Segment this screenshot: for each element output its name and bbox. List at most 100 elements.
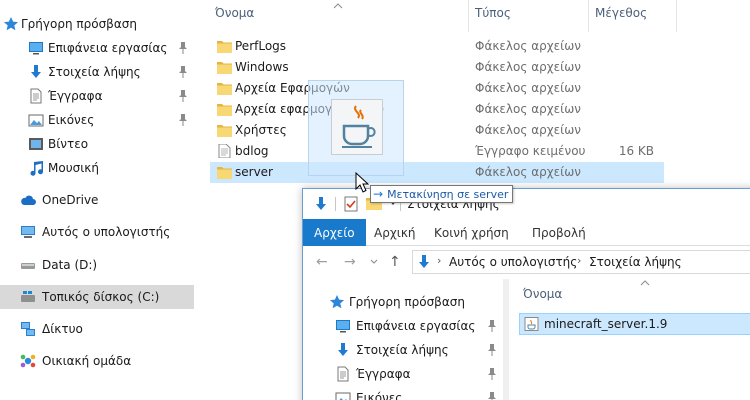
nav-item-downloads[interactable]: Στοιχεία λήψης <box>303 338 503 362</box>
file-row-bdlog[interactable]: bdlog Έγγραφο κειμένου 16 KB <box>210 141 664 162</box>
forward-arrow-icon[interactable]: → <box>344 254 356 270</box>
folder-icon <box>217 167 232 179</box>
pin-icon[interactable] <box>178 90 188 102</box>
drive-icon <box>20 257 36 273</box>
column-header-size[interactable]: Μέγεθος <box>595 6 647 28</box>
file-type: Φάκελος αρχείων <box>475 165 581 179</box>
download-icon <box>28 64 44 80</box>
nav-item-label: Έγγραφα <box>356 367 411 381</box>
nav-item-homegroup[interactable]: Οικιακή ομάδα <box>0 349 194 373</box>
file-type: Φάκελος αρχείων <box>475 81 581 95</box>
nav-item-label: Data (D:) <box>42 258 98 272</box>
file-name: minecraft_server.1.9 <box>544 317 668 331</box>
drag-tooltip: → Μετακίνηση σε server <box>370 185 514 203</box>
pin-icon[interactable] <box>178 66 188 78</box>
nav-item-downloads[interactable]: Στοιχεία λήψης <box>0 60 194 84</box>
pin-icon[interactable] <box>178 114 188 126</box>
folder-icon <box>217 125 232 137</box>
nav-item-quick-access[interactable]: Γρήγορη πρόσβαση <box>303 290 503 314</box>
text-file-icon <box>218 144 231 158</box>
nav-item-this-pc[interactable]: Αυτός ο υπολογιστής <box>0 220 194 244</box>
nav-item-pictures[interactable]: Εικόνες <box>303 386 503 400</box>
mouse-cursor-icon <box>355 172 369 193</box>
column-separator[interactable] <box>468 0 469 32</box>
nav-item-documents[interactable]: Έγγραφα <box>0 84 194 108</box>
nav-item-label: Βίντεο <box>48 137 89 151</box>
nav-item-local-disk-c[interactable]: Τοπικός δίσκος (C:) <box>0 285 194 309</box>
file-row-server[interactable]: server Φάκελος αρχείων <box>210 162 664 183</box>
nav-item-videos[interactable]: Βίντεο <box>0 132 194 156</box>
breadcrumb-this-pc[interactable]: Αυτός ο υπολογιστής <box>449 255 577 269</box>
pin-icon[interactable] <box>487 344 497 356</box>
breadcrumb-chevron-icon[interactable]: › <box>577 254 581 267</box>
nav-item-desktop[interactable]: Επιφάνεια εργασίας <box>303 314 503 338</box>
navigation-pane: Γρήγορη πρόσβαση Επιφάνεια εργασίας Στοι… <box>0 0 194 400</box>
file-name: PerfLogs <box>235 39 287 53</box>
tab-view[interactable]: Προβολή <box>521 219 597 246</box>
nav-item-onedrive[interactable]: OneDrive <box>0 188 194 212</box>
breadcrumb-downloads[interactable]: Στοιχεία λήψης <box>589 255 682 269</box>
column-separator[interactable] <box>588 0 589 32</box>
homegroup-icon <box>20 353 36 369</box>
windows-drive-icon <box>20 289 36 305</box>
nav-item-label: Οικιακή ομάδα <box>42 354 132 368</box>
file-row-program-files[interactable]: Αρχεία Εφαρμογών Φάκελος αρχείων <box>210 78 664 99</box>
tab-home[interactable]: Αρχική <box>363 219 427 246</box>
nav-item-pictures[interactable]: Εικόνες <box>0 108 194 132</box>
nav-item-network[interactable]: Δίκτυο <box>0 317 194 341</box>
ribbon-tabs: Αρχείο Αρχική Κοινή χρήση Προβολή <box>303 219 750 246</box>
nav-item-label: Εικόνες <box>356 391 403 400</box>
chevron-down-icon[interactable] <box>370 259 378 265</box>
file-name: Windows <box>235 60 289 74</box>
pin-icon[interactable] <box>487 320 497 332</box>
java-icon <box>331 99 383 155</box>
nav-item-label: Γρήγορη πρόσβαση <box>21 17 137 31</box>
folder-icon <box>217 62 232 74</box>
file-row-windows[interactable]: Windows Φάκελος αρχείων <box>210 57 664 78</box>
drag-tooltip-text: Μετακίνηση σε server <box>387 187 509 201</box>
tab-share[interactable]: Κοινή χρήση <box>423 219 520 246</box>
sort-ascending-icon <box>333 3 343 9</box>
nav-item-documents[interactable]: Έγγραφα <box>303 362 503 386</box>
file-row-perflogs[interactable]: PerfLogs Φάκελος αρχείων <box>210 36 664 57</box>
nav-item-label: Στοιχεία λήψης <box>48 65 141 79</box>
pin-icon[interactable] <box>178 42 188 54</box>
nav-item-label: Εικόνες <box>48 113 95 127</box>
column-header-type[interactable]: Τύπος <box>475 6 511 28</box>
nav-pane-scrollbar[interactable] <box>503 279 509 400</box>
file-row-minecraft-server[interactable]: minecraft_server.1.9 <box>519 313 750 335</box>
star-icon <box>329 295 345 309</box>
pin-icon[interactable] <box>487 392 497 400</box>
breadcrumb-chevron-icon[interactable]: › <box>437 254 441 267</box>
downloads-window: Στοιχεία λήψης Αρχείο Αρχική Κοινή χρήση… <box>302 188 750 400</box>
file-row-users[interactable]: Χρήστες Φάκελος αρχείων <box>210 120 664 141</box>
nav-item-label: Μουσική <box>48 161 99 175</box>
address-bar[interactable]: › Αυτός ο υπολογιστής › Στοιχεία λήψης <box>412 250 750 274</box>
folder-icon <box>217 41 232 53</box>
pictures-icon <box>28 112 44 128</box>
nav-item-label: Έγγραφα <box>48 89 103 103</box>
nav-item-music[interactable]: Μουσική <box>0 156 194 180</box>
download-icon[interactable] <box>314 196 328 212</box>
properties-icon[interactable] <box>344 196 358 212</box>
column-separator[interactable] <box>676 0 677 32</box>
nav-item-label: Δίκτυο <box>42 322 83 336</box>
column-header-name[interactable]: Όνομα <box>215 6 254 28</box>
back-arrow-icon[interactable]: ← <box>316 254 328 270</box>
file-name: bdlog <box>235 144 269 158</box>
drag-ghost <box>308 80 404 176</box>
desktop-icon <box>336 320 350 333</box>
sort-ascending-icon <box>640 280 650 286</box>
tab-file[interactable]: Αρχείο <box>303 219 366 246</box>
nav-item-data-drive[interactable]: Data (D:) <box>0 253 194 277</box>
nav-item-quick-access[interactable]: Γρήγορη πρόσβαση <box>0 12 194 36</box>
computer-icon <box>20 224 36 240</box>
star-icon <box>3 16 19 32</box>
nav-item-desktop[interactable]: Επιφάνεια εργασίας <box>0 36 194 60</box>
up-arrow-icon[interactable]: ↑ <box>389 254 401 270</box>
nav-item-label: OneDrive <box>42 193 99 207</box>
file-row-program-files-x86[interactable]: Αρχεία εφαρμογών (x86) Φάκελος αρχείων <box>210 99 664 120</box>
pin-icon[interactable] <box>487 368 497 380</box>
nav-item-label: Γρήγορη πρόσβαση <box>349 295 465 309</box>
column-header-name[interactable]: Όνομα <box>523 287 562 301</box>
